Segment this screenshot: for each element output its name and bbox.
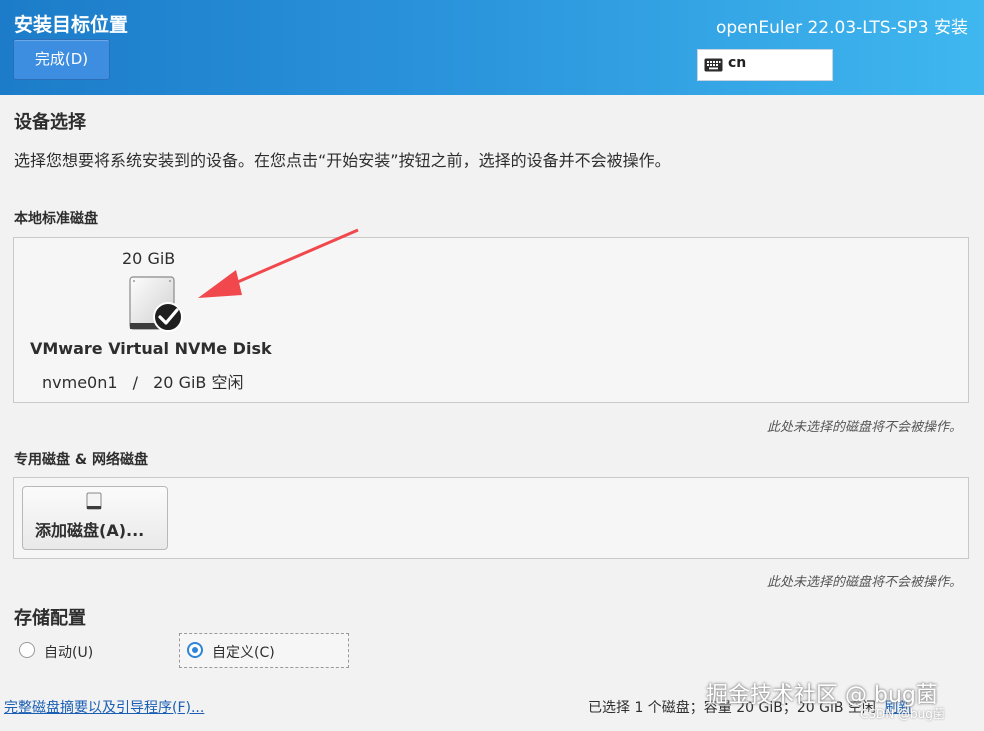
special-disks-heading: 专用磁盘 & 网络磁盘 [14,452,148,468]
device-selection-title: 设备选择 [14,112,86,133]
special-disks-panel: 添加磁盘(A)... [13,477,969,559]
special-disks-note: 此处未选择的磁盘将不会被操作。 [766,575,962,590]
radio-custom-indicator[interactable] [187,642,203,658]
add-disk-button[interactable]: 添加磁盘(A)... [22,486,168,550]
selected-check-icon [153,302,183,332]
radio-custom-label: 自定义(C) [212,645,275,661]
disk-name: VMware Virtual NVMe Disk [30,339,272,358]
add-disk-label: 添加磁盘(A)... [35,521,145,540]
local-disks-note: 此处未选择的磁盘将不会被操作。 [766,420,962,435]
small-disk-icon [86,492,102,514]
disk-device: nvme0n1 [42,373,118,392]
local-disks-heading: 本地标准磁盘 [14,211,98,227]
keyboard-layout-label: cn [728,55,747,71]
disk-info-separator: / [132,373,139,392]
disk-free-space: 20 GiB 空闲 [153,373,244,392]
keyboard-layout-indicator[interactable]: cn [697,49,833,81]
disk-info: nvme0n1 / 20 GiB 空闲 [42,369,243,393]
disk-size: 20 GiB [122,249,176,268]
annotation-arrow-icon [198,228,359,298]
watermark-small: CSDN @bug菌 [860,707,945,721]
radio-automatic-label: 自动(U) [44,645,94,661]
page-title: 安装目标位置 [14,14,129,36]
full-disk-summary-link[interactable]: 完整磁盘摘要以及引导程序(F)... [4,697,204,717]
keyboard-icon [704,57,723,76]
local-disks-panel: 20 GiB VMware Virtual NVMe Disk nvme0n1 … [13,237,969,403]
done-button[interactable]: 完成(D) [13,39,110,80]
header-bar: 安装目标位置 完成(D) openEuler 22.03-LTS-SP3 安装 … [0,0,984,95]
device-selection-description: 选择您想要将系统安装到的设备。在您点击“开始安装”按钮之前，选择的设备并不会被操… [14,151,671,170]
product-title: openEuler 22.03-LTS-SP3 安装 [715,18,968,38]
radio-automatic-indicator[interactable] [19,642,35,658]
hard-disk-icon [128,275,188,337]
storage-config-title: 存储配置 [14,608,86,629]
